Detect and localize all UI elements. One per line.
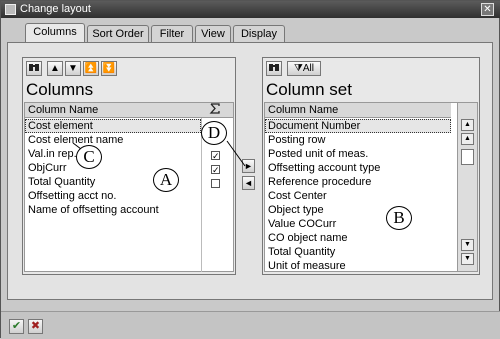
confirm-button[interactable]: ✔: [9, 319, 24, 334]
dialog-button-bar: ✔ ✖: [1, 311, 500, 339]
change-layout-dialog: Change layout ✕ Columns Sort Order Filte…: [0, 0, 500, 339]
callout-c: C: [76, 145, 102, 169]
callout-b: B: [386, 206, 412, 230]
callout-a: A: [153, 168, 179, 192]
callout-d: D: [201, 121, 227, 145]
leader-line-d: [226, 140, 246, 167]
annotation-leaders: [72, 140, 246, 167]
cancel-button[interactable]: ✖: [28, 319, 43, 334]
